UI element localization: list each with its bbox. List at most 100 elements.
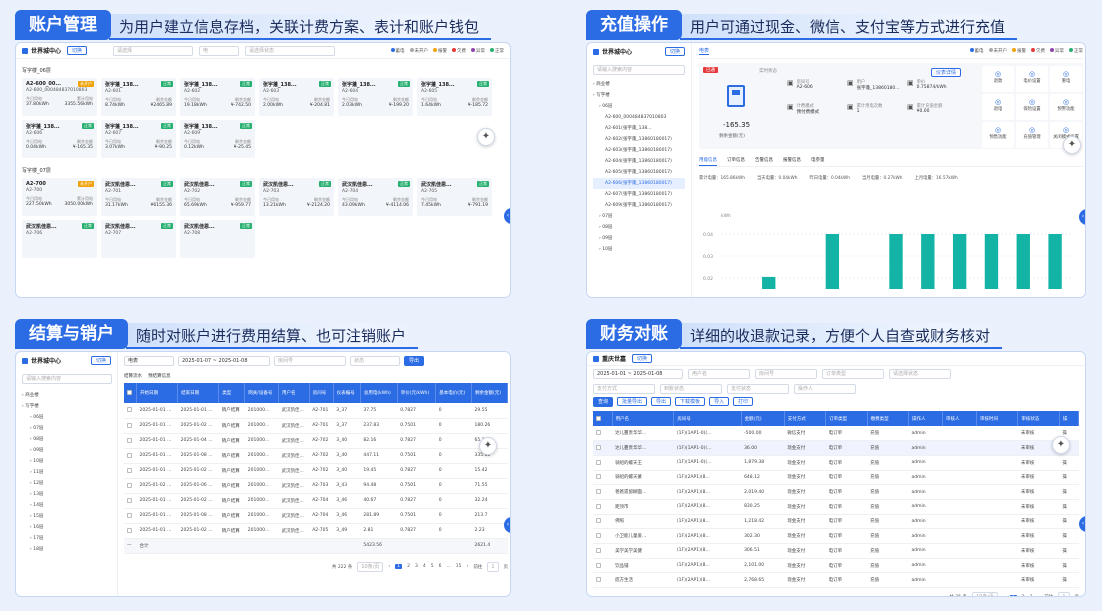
- action-button[interactable]: ◎ 保险设置: [1016, 94, 1048, 120]
- checkbox[interactable]: [596, 415, 601, 421]
- action-button[interactable]: ◎ 充值管理: [1016, 122, 1048, 148]
- filter-field[interactable]: 支付方式: [593, 384, 655, 394]
- tree-node[interactable]: › 15层: [22, 511, 111, 522]
- assistant-icon[interactable]: ✦: [1052, 436, 1070, 454]
- account-card[interactable]: A2-600_00... 未开户 A2-600_000484837010803 今日用…: [22, 78, 97, 116]
- account-card[interactable]: 张宇蓬_138... 正常 A2-604 今日用电 剩余金额 2.03kWh ¥-199.2…: [338, 78, 413, 116]
- page-number[interactable]: 3: [415, 564, 418, 569]
- account-card[interactable]: 张宇蓬_138... 正常 A2-601 今日用电 剩余金额 8.74kWh ¥2465.8…: [101, 78, 176, 116]
- select-all-checkbox[interactable]: [593, 411, 613, 426]
- table-row[interactable]: 爸爸遗留糊面... (1F)(2AP1)(8... 2,019.40 现金支付 电订单充…: [593, 484, 1079, 500]
- switch-button[interactable]: 切换: [90, 356, 111, 365]
- toolbar-button[interactable]: 导入: [709, 397, 730, 406]
- tree-node[interactable]: › 商业楼: [593, 79, 685, 90]
- assistant-icon[interactable]: ✦: [477, 128, 495, 146]
- tree-node[interactable]: › 11层: [22, 467, 111, 478]
- table-row[interactable]: 2025-01-01 ... 2025-01-08 ... 销户结算 201000..…: [124, 448, 508, 464]
- detail-tab[interactable]: 告警信息: [755, 157, 773, 166]
- account-card[interactable]: 张宇蓬_138... 正常 A2-609 今日用电 剩余金额 0.12kWh ¥-25.45: [180, 120, 255, 158]
- tree-node[interactable]: › 09层: [593, 233, 685, 244]
- row-checkbox[interactable]: [127, 482, 132, 488]
- account-card[interactable]: 武汉凯佳恩... 正常 A2-703 今日用电 剩余金额 13.21kWh ¥-2124.2…: [259, 178, 334, 216]
- account-card[interactable]: 武汉凯佳恩... 正常 A2-706: [22, 220, 97, 258]
- tree-node[interactable]: › 13层: [22, 489, 111, 500]
- switch-button[interactable]: 切换: [664, 47, 685, 56]
- tree-node[interactable]: › 12层: [22, 478, 111, 489]
- page-number[interactable]: 2: [407, 564, 410, 569]
- select-all-checkbox[interactable]: [124, 383, 138, 403]
- tree-node[interactable]: › 16层: [22, 522, 111, 533]
- tree-node[interactable]: A2-603(张宇蓬_13860180017): [593, 145, 685, 156]
- table-row[interactable]: 2025-01-01 ... 2025-01-01 ... 销户结算 201000..…: [124, 403, 508, 419]
- tree-node[interactable]: › 14层: [22, 500, 111, 511]
- account-card[interactable]: A2-700 未开户 A2-700 今日用电 累计用电 227.50kWh 3050.00k…: [22, 178, 97, 216]
- account-card[interactable]: 张宇蓬_138... 正常 A2-607 今日用电 剩余金额 3.07kWh ¥-90.25: [101, 120, 176, 158]
- tab-pre-settle[interactable]: 预结算信息: [148, 373, 171, 379]
- filter-field[interactable]: 订单类型: [822, 369, 884, 379]
- row-checkbox[interactable]: [127, 437, 132, 443]
- tree-search-input[interactable]: 请输入搜索内容: [593, 65, 685, 75]
- tree-node[interactable]: A2-604(张宇蓬_13860180017): [593, 156, 685, 167]
- page-number[interactable]: 1: [395, 564, 403, 569]
- meter-detail-button[interactable]: 仪表详情: [931, 68, 962, 77]
- switch-button[interactable]: 切换: [67, 46, 88, 55]
- state-select[interactable]: 状态: [350, 356, 400, 366]
- tree-node[interactable]: A2-606(张宇蓬_13860180017): [593, 178, 685, 189]
- row-checkbox[interactable]: [127, 467, 132, 473]
- filter-field[interactable]: 到账状态: [660, 384, 722, 394]
- row-checkbox[interactable]: [596, 577, 601, 583]
- type-select[interactable]: 电: [199, 45, 240, 56]
- tree-node[interactable]: › 07层: [22, 423, 111, 434]
- row-checkbox[interactable]: [127, 527, 132, 533]
- page-number[interactable]: 15: [456, 564, 462, 569]
- tree-node[interactable]: A2-609(张宇蓬_13860180017): [593, 200, 685, 211]
- table-row[interactable]: 2025-01-01 ... 2025-01-04 ... 销户结算 201000..…: [124, 433, 508, 449]
- row-checkbox[interactable]: [596, 547, 601, 553]
- page-size-select[interactable]: 10条/页: [357, 561, 384, 572]
- prev-page[interactable]: ‹: [388, 564, 390, 569]
- table-row[interactable]: 2025-01-02 ... 2025-01-06 ... 销户结算 201000..…: [124, 478, 508, 494]
- tree-node[interactable]: › 10层: [593, 244, 685, 255]
- row-checkbox[interactable]: [127, 497, 132, 503]
- status-select[interactable]: 请选择状态: [245, 45, 336, 56]
- table-row[interactable]: 小卫能儿童爱... (1F)(2AP1)(8... 302.30 现金支付 电订单 充值 a…: [593, 528, 1079, 544]
- account-card[interactable]: 武汉凯佳恩... 正常 A2-705 今日用电 剩余金额 7.45kWh ¥-791.19: [417, 178, 492, 216]
- tree-node[interactable]: › 17层: [22, 533, 111, 544]
- tree-node[interactable]: › 08层: [593, 222, 685, 233]
- action-button[interactable]: ◎ 重电: [1050, 66, 1082, 92]
- page-size-select[interactable]: 10条/页: [972, 592, 999, 596]
- prev-page[interactable]: ‹: [1003, 595, 1005, 596]
- tree-node[interactable]: › 商业楼: [22, 390, 111, 401]
- row-checkbox[interactable]: [596, 518, 601, 524]
- table-row[interactable]: 饮品铺 (1F)(2AP1)(8... 2,101.00 现金支付 电订单 充值 admin…: [593, 558, 1079, 574]
- tree-node[interactable]: A2-600_000484837010803: [593, 112, 685, 123]
- table-row[interactable]: 2025-01-01 ... 2025-01-02 ... 销户结算 201000..…: [124, 523, 508, 539]
- page-number[interactable]: 3: [1030, 595, 1033, 596]
- tree-node[interactable]: A2-601(张宇蓬_138...: [593, 123, 685, 134]
- page-number[interactable]: 4: [423, 564, 426, 569]
- account-card[interactable]: 张宇蓬_138... 正常 A2-605 今日用电 剩余金额 1.64kWh ¥-185.7…: [417, 78, 492, 116]
- toolbar-button[interactable]: 查询: [593, 397, 614, 407]
- detail-tab[interactable]: 电参量: [811, 157, 825, 166]
- meter-select[interactable]: 电表: [124, 356, 174, 366]
- toolbar-button[interactable]: 下载模板: [675, 397, 706, 406]
- page-number[interactable]: 6: [439, 564, 442, 569]
- account-card[interactable]: 武汉凯佳恩... 正常 A2-701 今日用电 剩余金额 31.17kWh ¥6155.36: [101, 178, 176, 216]
- table-row[interactable]: 2025-01-01 ... 2025-01-02 ... 销户结算 201000..…: [124, 418, 508, 434]
- next-page[interactable]: ›: [467, 564, 469, 569]
- tree-node[interactable]: › 06层: [593, 101, 685, 112]
- tab-settle-flow[interactable]: 结算流水: [124, 373, 142, 379]
- assistant-icon[interactable]: ✦: [479, 437, 497, 455]
- detail-tab[interactable]: 用能信息: [699, 157, 717, 166]
- switch-button[interactable]: 切换: [632, 354, 653, 363]
- room-input[interactable]: 房间号: [274, 356, 346, 366]
- account-card[interactable]: 武汉凯佳恩... 正常 A2-707: [101, 220, 176, 258]
- table-row[interactable]: 佛照 (1F)(2AP1)(8... 1,218.42 现金支付 电订单 充值 admin 未…: [593, 514, 1079, 530]
- tree-node[interactable]: A2-607(张宇蓬_13860180017): [593, 189, 685, 200]
- account-card[interactable]: 张宇蓬_138... 正常 A2-603 今日用电 剩余金额 2.00kWh ¥-204.8…: [259, 78, 334, 116]
- tree-node[interactable]: › 10层: [22, 456, 111, 467]
- account-card[interactable]: 张宇蓬_138... 正常 A2-602 今日用电 剩余金额 19.18kWh ¥-742.…: [180, 78, 255, 116]
- page-number[interactable]: ...: [446, 564, 450, 569]
- detail-tab[interactable]: 报警信息: [783, 157, 801, 166]
- tree-search-input[interactable]: 请输入搜索内容: [22, 374, 112, 384]
